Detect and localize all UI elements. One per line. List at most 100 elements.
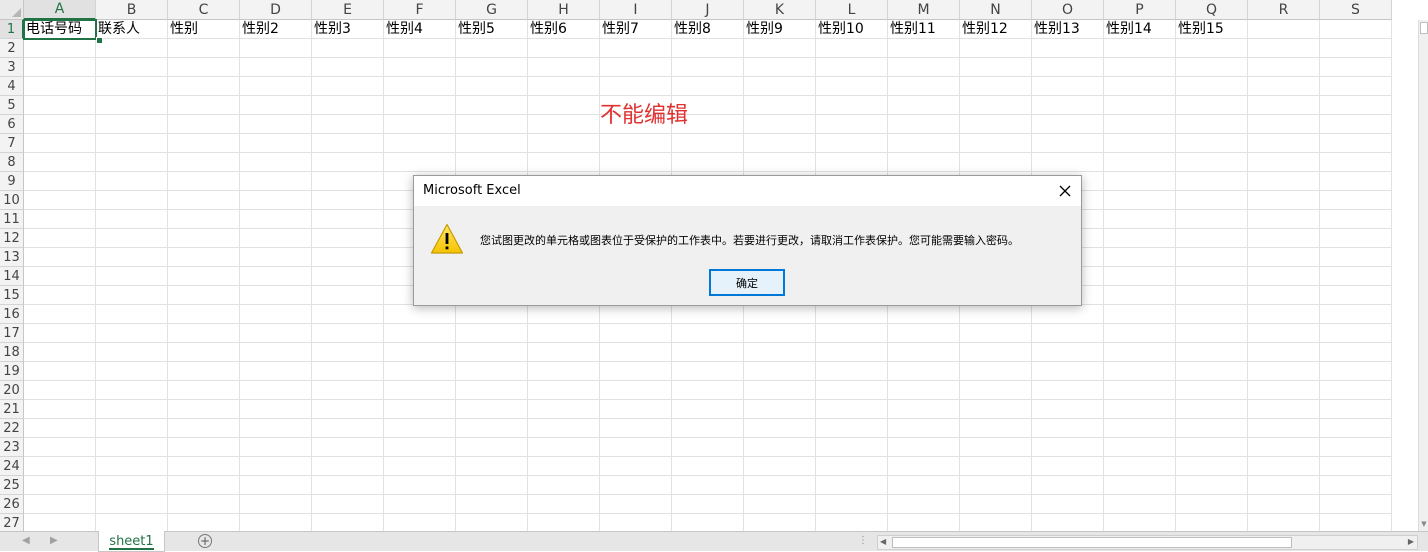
cell-a19[interactable] xyxy=(24,362,96,381)
cell-i8[interactable] xyxy=(600,153,672,172)
cell-k21[interactable] xyxy=(744,400,816,419)
cell-d21[interactable] xyxy=(240,400,312,419)
cell-q16[interactable] xyxy=(1176,305,1248,324)
cell-p17[interactable] xyxy=(1104,324,1176,343)
cell-k20[interactable] xyxy=(744,381,816,400)
cell-q23[interactable] xyxy=(1176,438,1248,457)
cell-c10[interactable] xyxy=(168,191,240,210)
cell-p5[interactable] xyxy=(1104,96,1176,115)
cell-e4[interactable] xyxy=(312,77,384,96)
cell-s19[interactable] xyxy=(1320,362,1392,381)
cell-d23[interactable] xyxy=(240,438,312,457)
ok-button[interactable]: 确定 xyxy=(709,269,785,296)
cell-f24[interactable] xyxy=(384,457,456,476)
cell-p4[interactable] xyxy=(1104,77,1176,96)
cell-a22[interactable] xyxy=(24,419,96,438)
cell-r12[interactable] xyxy=(1248,229,1320,248)
cell-s22[interactable] xyxy=(1320,419,1392,438)
cell-a13[interactable] xyxy=(24,248,96,267)
cell-r15[interactable] xyxy=(1248,286,1320,305)
cell-b16[interactable] xyxy=(96,305,168,324)
cell-j18[interactable] xyxy=(672,343,744,362)
cell-r21[interactable] xyxy=(1248,400,1320,419)
cell-q10[interactable] xyxy=(1176,191,1248,210)
cell-s9[interactable] xyxy=(1320,172,1392,191)
cell-d24[interactable] xyxy=(240,457,312,476)
cell-g23[interactable] xyxy=(456,438,528,457)
cell-m18[interactable] xyxy=(888,343,960,362)
cell-q22[interactable] xyxy=(1176,419,1248,438)
cell-k24[interactable] xyxy=(744,457,816,476)
cell-n3[interactable] xyxy=(960,58,1032,77)
cell-g6[interactable] xyxy=(456,115,528,134)
cell-n5[interactable] xyxy=(960,96,1032,115)
cell-p6[interactable] xyxy=(1104,115,1176,134)
cell-j23[interactable] xyxy=(672,438,744,457)
cell-a21[interactable] xyxy=(24,400,96,419)
cell-s26[interactable] xyxy=(1320,495,1392,514)
row-header-24[interactable]: 24 xyxy=(0,457,24,476)
cell-h25[interactable] xyxy=(528,476,600,495)
cell-d17[interactable] xyxy=(240,324,312,343)
cell-c5[interactable] xyxy=(168,96,240,115)
row-header-14[interactable]: 14 xyxy=(0,267,24,286)
cell-o8[interactable] xyxy=(1032,153,1104,172)
cell-q8[interactable] xyxy=(1176,153,1248,172)
cell-a1[interactable]: 电话号码 xyxy=(23,19,97,40)
cell-e25[interactable] xyxy=(312,476,384,495)
cell-h2[interactable] xyxy=(528,39,600,58)
cell-e2[interactable] xyxy=(312,39,384,58)
row-header-5[interactable]: 5 xyxy=(0,96,24,115)
cell-a26[interactable] xyxy=(24,495,96,514)
cell-i25[interactable] xyxy=(600,476,672,495)
cell-r25[interactable] xyxy=(1248,476,1320,495)
cell-h4[interactable] xyxy=(528,77,600,96)
cell-l19[interactable] xyxy=(816,362,888,381)
cell-r4[interactable] xyxy=(1248,77,1320,96)
fill-handle[interactable] xyxy=(96,37,103,44)
cell-r19[interactable] xyxy=(1248,362,1320,381)
cell-j3[interactable] xyxy=(672,58,744,77)
sheet-tab-sheet1[interactable]: sheet1 xyxy=(98,531,165,552)
cell-i2[interactable] xyxy=(600,39,672,58)
cell-e19[interactable] xyxy=(312,362,384,381)
row-header-8[interactable]: 8 xyxy=(0,153,24,172)
cell-a4[interactable] xyxy=(24,77,96,96)
column-header-i[interactable]: I xyxy=(600,0,672,20)
cell-f2[interactable] xyxy=(384,39,456,58)
column-header-f[interactable]: F xyxy=(384,0,456,20)
cell-q19[interactable] xyxy=(1176,362,1248,381)
cell-d11[interactable] xyxy=(240,210,312,229)
cell-s25[interactable] xyxy=(1320,476,1392,495)
cell-s18[interactable] xyxy=(1320,343,1392,362)
cell-k3[interactable] xyxy=(744,58,816,77)
cell-b1[interactable]: 联系人 xyxy=(96,20,168,39)
column-header-o[interactable]: O xyxy=(1032,0,1104,20)
cell-s10[interactable] xyxy=(1320,191,1392,210)
cell-i22[interactable] xyxy=(600,419,672,438)
cell-d6[interactable] xyxy=(240,115,312,134)
cell-s5[interactable] xyxy=(1320,96,1392,115)
cell-r7[interactable] xyxy=(1248,134,1320,153)
cell-m24[interactable] xyxy=(888,457,960,476)
cell-h5[interactable] xyxy=(528,96,600,115)
cell-e6[interactable] xyxy=(312,115,384,134)
cell-k1[interactable]: 性别9 xyxy=(744,20,816,39)
cell-e22[interactable] xyxy=(312,419,384,438)
cell-q13[interactable] xyxy=(1176,248,1248,267)
cell-m22[interactable] xyxy=(888,419,960,438)
cell-k26[interactable] xyxy=(744,495,816,514)
cell-b25[interactable] xyxy=(96,476,168,495)
cell-q2[interactable] xyxy=(1176,39,1248,58)
cell-p11[interactable] xyxy=(1104,210,1176,229)
cell-l3[interactable] xyxy=(816,58,888,77)
cell-k22[interactable] xyxy=(744,419,816,438)
cell-q21[interactable] xyxy=(1176,400,1248,419)
column-header-g[interactable]: G xyxy=(456,0,528,20)
cell-n4[interactable] xyxy=(960,77,1032,96)
cell-i16[interactable] xyxy=(600,305,672,324)
cell-i26[interactable] xyxy=(600,495,672,514)
cell-p7[interactable] xyxy=(1104,134,1176,153)
cell-n21[interactable] xyxy=(960,400,1032,419)
cell-f7[interactable] xyxy=(384,134,456,153)
